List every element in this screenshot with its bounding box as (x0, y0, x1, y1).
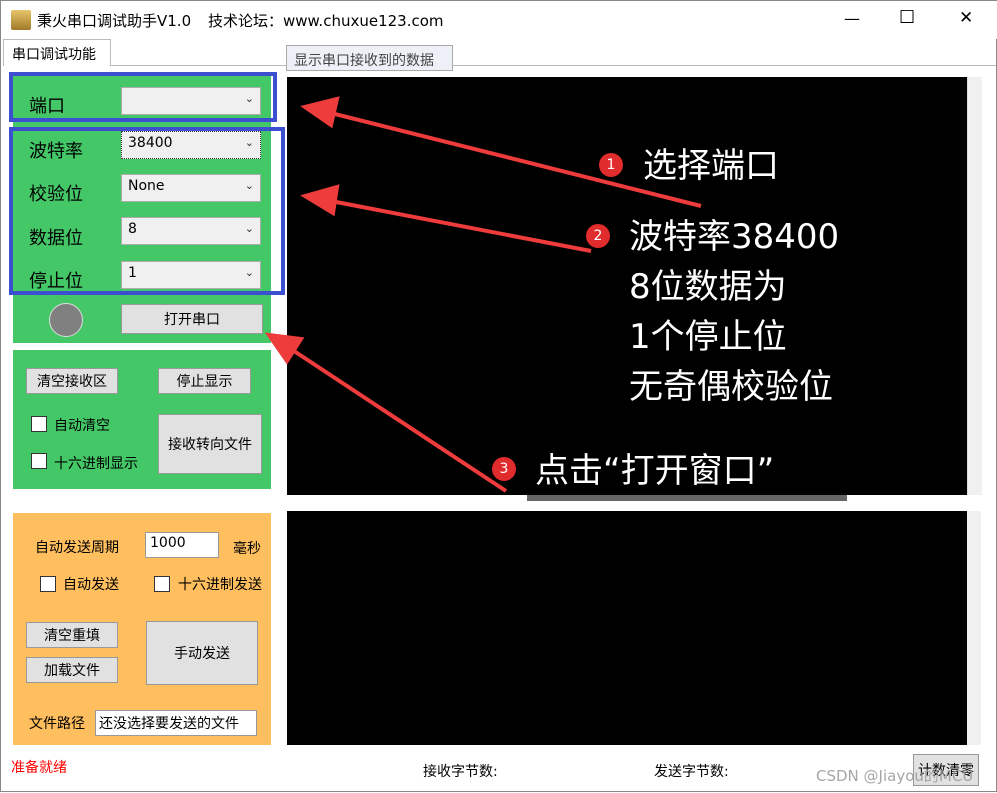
arrow-head-icon (264, 332, 305, 365)
tx-bytes-label: 发送字节数: (654, 764, 729, 780)
arrow-head-icon (300, 96, 340, 129)
status-text: 准备就绪 (11, 760, 67, 776)
arrow-1 (330, 111, 702, 208)
rx-bytes-label: 接收字节数: (423, 764, 498, 780)
arrow-3 (289, 347, 508, 493)
watermark: CSDN @Jiayou的MCU (816, 767, 974, 785)
arrow-2 (330, 199, 592, 253)
arrow-head-icon (300, 184, 340, 217)
annotation-arrows (264, 96, 702, 493)
